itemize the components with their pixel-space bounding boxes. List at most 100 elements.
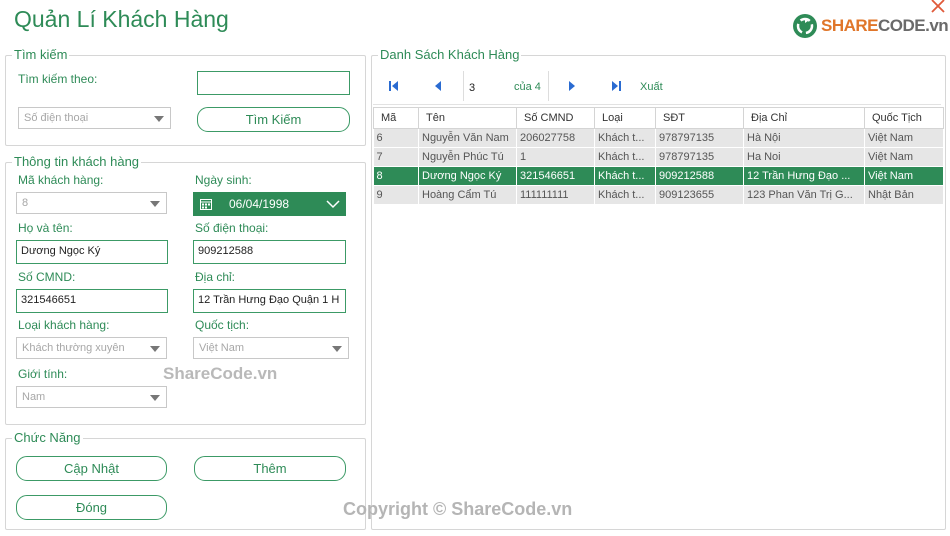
close-icon[interactable] xyxy=(930,0,946,14)
search-button[interactable]: Tìm Kiếm xyxy=(197,107,350,132)
customer-id-value: 8 xyxy=(22,197,29,209)
gender-select[interactable]: Nam xyxy=(16,386,167,408)
customer-type-label: Loại khách hàng: xyxy=(18,318,110,332)
pagination-bar: 3 của 4 Xuất xyxy=(373,69,941,105)
cell-nationality: Việt Nam xyxy=(864,147,944,167)
chevron-down-icon xyxy=(326,200,340,209)
address-field[interactable]: 12 Trần Hưng Đạo Quận 1 H xyxy=(193,289,346,313)
last-page-icon[interactable] xyxy=(609,79,623,93)
chevron-down-icon xyxy=(150,201,160,207)
search-field-value: Số điện thoại xyxy=(24,112,89,124)
table-header-row: Mã Tên Số CMND Loại SĐT Địa Chỉ Quốc Tịc… xyxy=(373,107,944,129)
cell-id: 9 xyxy=(373,185,419,205)
phone-label: Số điện thoại: xyxy=(195,221,269,235)
cell-address: Ha Noi xyxy=(743,147,865,167)
col-header-address[interactable]: Địa Chỉ xyxy=(743,107,865,129)
sharecode-logo: SHARECODE.vn xyxy=(792,12,949,40)
next-page-icon[interactable] xyxy=(565,79,579,93)
search-field-select[interactable]: Số điện thoại xyxy=(18,107,171,129)
cell-address: Hà Nội xyxy=(743,128,865,148)
cell-phone: 978797135 xyxy=(655,128,744,148)
cell-type: Khách t... xyxy=(594,185,656,205)
page-count: của 4 xyxy=(514,81,541,93)
search-group: Tìm kiếm xyxy=(5,47,366,146)
cell-nationality: Nhật Bản xyxy=(864,185,944,205)
calendar-icon xyxy=(200,199,212,210)
logo-suffix: CODE.vn xyxy=(878,16,949,35)
col-header-name[interactable]: Tên xyxy=(418,107,517,129)
col-header-phone[interactable]: SĐT xyxy=(655,107,744,129)
search-legend: Tìm kiếm xyxy=(12,47,70,62)
logo-brand: SHARE xyxy=(821,16,879,35)
cell-phone: 909212588 xyxy=(655,166,744,186)
current-page-input[interactable]: 3 xyxy=(469,82,475,94)
add-button[interactable]: Thêm xyxy=(194,456,346,481)
gender-label: Giới tính: xyxy=(18,367,68,381)
recycle-logo-icon xyxy=(793,14,817,38)
watermark-copyright: Copyright © ShareCode.vn xyxy=(343,499,573,519)
cell-id-card: 1 xyxy=(516,147,595,167)
nationality-select[interactable]: Việt Nam xyxy=(193,337,349,359)
col-header-id[interactable]: Mã xyxy=(373,107,419,129)
functions-legend: Chức Năng xyxy=(12,430,83,445)
cell-id-card: 111111111 xyxy=(516,185,595,205)
cell-type: Khách t... xyxy=(594,166,656,186)
previous-page-icon[interactable] xyxy=(431,79,445,93)
cell-name: Nguyễn Phúc Tú xyxy=(418,147,517,167)
cell-id-card: 206027758 xyxy=(516,128,595,148)
customer-table: Mã Tên Số CMND Loại SĐT Địa Chỉ Quốc Tịc… xyxy=(373,107,944,205)
nationality-value: Việt Nam xyxy=(199,342,245,354)
cell-id: 7 xyxy=(373,147,419,167)
update-button[interactable]: Cập Nhật xyxy=(16,456,167,481)
cell-nationality: Việt Nam xyxy=(864,128,944,148)
col-header-id-card[interactable]: Số CMND xyxy=(516,107,595,129)
customer-list-legend: Danh Sách Khách Hàng xyxy=(378,47,522,62)
dob-date-picker[interactable]: 06/04/1998 xyxy=(193,192,346,216)
customer-info-legend: Thông tin khách hàng xyxy=(12,154,142,169)
cell-nationality: Việt Nam xyxy=(864,166,944,186)
cell-phone: 978797135 xyxy=(655,147,744,167)
customer-id-select[interactable]: 8 xyxy=(16,192,167,214)
logo-text: SHARECODE.vn xyxy=(821,16,949,36)
cell-name: Hoàng Cẩm Tú xyxy=(418,185,517,205)
watermark-center: ShareCode.vn xyxy=(163,364,278,383)
name-field[interactable]: Dương Ngọc Ký xyxy=(16,240,168,264)
gender-value: Nam xyxy=(22,391,46,403)
cell-name: Dương Ngọc Ký xyxy=(418,166,517,186)
cell-type: Khách t... xyxy=(594,128,656,148)
id-card-label: Số CMND: xyxy=(18,270,76,284)
table-row-selected[interactable]: 8 Dương Ngọc Ký 321546651 Khách t... 909… xyxy=(373,166,944,186)
search-input[interactable] xyxy=(197,71,350,95)
col-header-nationality[interactable]: Quốc Tịch xyxy=(864,107,944,129)
cell-phone: 909123655 xyxy=(655,185,744,205)
app-title: Quản Lí Khách Hàng xyxy=(14,6,229,32)
cell-id: 6 xyxy=(373,128,419,148)
export-button[interactable]: Xuất xyxy=(640,81,663,93)
name-label: Họ và tên: xyxy=(18,221,73,235)
cell-address: 123 Phan Văn Trị G... xyxy=(743,185,865,205)
table-row[interactable]: 6 Nguyễn Văn Nam 206027758 Khách t... 97… xyxy=(373,128,944,148)
table-row[interactable]: 7 Nguyễn Phúc Tú 1 Khách t... 978797135 … xyxy=(373,147,944,167)
cell-id: 8 xyxy=(373,166,419,186)
cell-id-card: 321546651 xyxy=(516,166,595,186)
customer-id-label: Mã khách hàng: xyxy=(18,173,104,187)
customer-type-value: Khách thường xuyên xyxy=(22,342,125,354)
dob-value: 06/04/1998 xyxy=(229,197,290,211)
search-by-label: Tìm kiếm theo: xyxy=(18,72,98,86)
dob-label: Ngày sinh: xyxy=(195,173,252,187)
customer-type-select[interactable]: Khách thường xuyên xyxy=(16,337,167,359)
id-card-field[interactable]: 321546651 xyxy=(16,289,168,313)
chevron-down-icon xyxy=(150,395,160,401)
chevron-down-icon xyxy=(150,346,160,352)
col-header-type[interactable]: Loại xyxy=(594,107,656,129)
cell-type: Khách t... xyxy=(594,147,656,167)
address-label: Địa chỉ: xyxy=(195,270,236,284)
nationality-label: Quốc tịch: xyxy=(195,318,250,332)
close-form-button[interactable]: Đóng xyxy=(16,495,167,520)
chevron-down-icon xyxy=(332,346,342,352)
cell-address: 12 Trần Hưng Đạo ... xyxy=(743,166,865,186)
cell-name: Nguyễn Văn Nam xyxy=(418,128,517,148)
table-row[interactable]: 9 Hoàng Cẩm Tú 111111111 Khách t... 9091… xyxy=(373,185,944,205)
first-page-icon[interactable] xyxy=(387,79,401,93)
phone-field[interactable]: 909212588 xyxy=(193,240,346,264)
